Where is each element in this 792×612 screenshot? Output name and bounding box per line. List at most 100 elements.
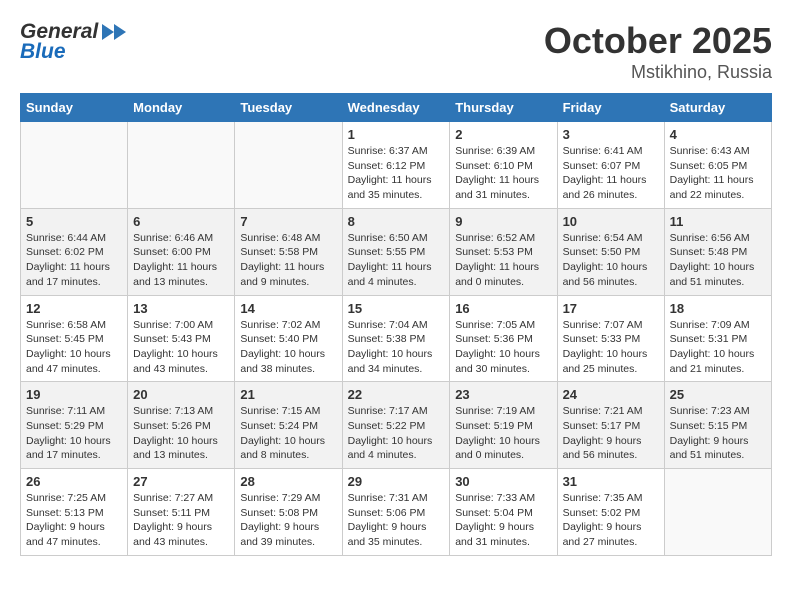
day-number: 1 <box>348 127 445 142</box>
weekday-header-thursday: Thursday <box>450 94 557 122</box>
day-info: Sunrise: 6:48 AM Sunset: 5:58 PM Dayligh… <box>240 231 336 290</box>
day-number: 9 <box>455 214 551 229</box>
day-number: 26 <box>26 474 122 489</box>
day-info: Sunrise: 7:21 AM Sunset: 5:17 PM Dayligh… <box>563 404 659 463</box>
day-number: 17 <box>563 301 659 316</box>
calendar-cell: 6 Sunrise: 6:46 AM Sunset: 6:00 PM Daylig… <box>128 208 235 295</box>
day-number: 7 <box>240 214 336 229</box>
day-info: Sunrise: 7:27 AM Sunset: 5:11 PM Dayligh… <box>133 491 229 550</box>
day-number: 30 <box>455 474 551 489</box>
calendar-week-1: 1 Sunrise: 6:37 AM Sunset: 6:12 PM Daylig… <box>21 122 772 209</box>
calendar-cell: 8 Sunrise: 6:50 AM Sunset: 5:55 PM Daylig… <box>342 208 450 295</box>
calendar-cell: 2Sunrise: 6:39 AM Sunset: 6:10 PM Daylig… <box>450 122 557 209</box>
day-info: Sunrise: 7:19 AM Sunset: 5:19 PM Dayligh… <box>455 404 551 463</box>
day-number: 28 <box>240 474 336 489</box>
day-info: Sunrise: 6:52 AM Sunset: 5:53 PM Dayligh… <box>455 231 551 290</box>
day-number: 23 <box>455 387 551 402</box>
day-info: Sunrise: 7:05 AM Sunset: 5:36 PM Dayligh… <box>455 318 551 377</box>
day-number: 8 <box>348 214 445 229</box>
day-number: 15 <box>348 301 445 316</box>
calendar-cell: 5 Sunrise: 6:44 AM Sunset: 6:02 PM Daylig… <box>21 208 128 295</box>
calendar-cell: 25 Sunrise: 7:23 AM Sunset: 5:15 PM Dayli… <box>664 382 771 469</box>
weekday-header-row: SundayMondayTuesdayWednesdayThursdayFrid… <box>21 94 772 122</box>
day-info: Sunrise: 7:35 AM Sunset: 5:02 PM Dayligh… <box>563 491 659 550</box>
day-info: Sunrise: 6:44 AM Sunset: 6:02 PM Dayligh… <box>26 231 122 290</box>
logo-flag-icon <box>100 22 128 42</box>
day-number: 4 <box>670 127 766 142</box>
day-info: Sunrise: 7:23 AM Sunset: 5:15 PM Dayligh… <box>670 404 766 463</box>
calendar-cell <box>664 469 771 556</box>
day-info: Sunrise: 7:04 AM Sunset: 5:38 PM Dayligh… <box>348 318 445 377</box>
title-block: October 2025 Mstikhino, Russia <box>544 20 772 83</box>
calendar-cell: 22 Sunrise: 7:17 AM Sunset: 5:22 PM Dayli… <box>342 382 450 469</box>
day-info: Sunrise: 7:29 AM Sunset: 5:08 PM Dayligh… <box>240 491 336 550</box>
day-number: 29 <box>348 474 445 489</box>
calendar-cell: 15 Sunrise: 7:04 AM Sunset: 5:38 PM Dayli… <box>342 295 450 382</box>
calendar-body: 1 Sunrise: 6:37 AM Sunset: 6:12 PM Daylig… <box>21 122 772 556</box>
day-number: 10 <box>563 214 659 229</box>
page-subtitle: Mstikhino, Russia <box>544 62 772 83</box>
calendar-cell: 14Sunrise: 7:02 AM Sunset: 5:40 PM Dayli… <box>235 295 342 382</box>
weekday-header-tuesday: Tuesday <box>235 94 342 122</box>
day-info: Sunrise: 7:31 AM Sunset: 5:06 PM Dayligh… <box>348 491 445 550</box>
day-number: 27 <box>133 474 229 489</box>
calendar-cell: 28 Sunrise: 7:29 AM Sunset: 5:08 PM Dayli… <box>235 469 342 556</box>
day-info: Sunrise: 6:41 AM Sunset: 6:07 PM Dayligh… <box>563 144 659 203</box>
calendar-cell: 3Sunrise: 6:41 AM Sunset: 6:07 PM Daylig… <box>557 122 664 209</box>
calendar-week-2: 5 Sunrise: 6:44 AM Sunset: 6:02 PM Daylig… <box>21 208 772 295</box>
calendar-cell <box>235 122 342 209</box>
day-number: 6 <box>133 214 229 229</box>
day-info: Sunrise: 7:17 AM Sunset: 5:22 PM Dayligh… <box>348 404 445 463</box>
calendar-cell: 23 Sunrise: 7:19 AM Sunset: 5:19 PM Dayli… <box>450 382 557 469</box>
day-info: Sunrise: 7:00 AM Sunset: 5:43 PM Dayligh… <box>133 318 229 377</box>
weekday-header-monday: Monday <box>128 94 235 122</box>
calendar-cell: 4 Sunrise: 6:43 AM Sunset: 6:05 PM Daylig… <box>664 122 771 209</box>
day-number: 12 <box>26 301 122 316</box>
calendar-cell: 24Sunrise: 7:21 AM Sunset: 5:17 PM Dayli… <box>557 382 664 469</box>
calendar-cell: 12Sunrise: 6:58 AM Sunset: 5:45 PM Dayli… <box>21 295 128 382</box>
calendar-header: SundayMondayTuesdayWednesdayThursdayFrid… <box>21 94 772 122</box>
calendar-cell: 10 Sunrise: 6:54 AM Sunset: 5:50 PM Dayli… <box>557 208 664 295</box>
logo: General Blue <box>20 20 130 64</box>
day-number: 22 <box>348 387 445 402</box>
day-number: 16 <box>455 301 551 316</box>
calendar-cell: 13 Sunrise: 7:00 AM Sunset: 5:43 PM Dayli… <box>128 295 235 382</box>
day-info: Sunrise: 6:46 AM Sunset: 6:00 PM Dayligh… <box>133 231 229 290</box>
day-info: Sunrise: 7:09 AM Sunset: 5:31 PM Dayligh… <box>670 318 766 377</box>
weekday-header-wednesday: Wednesday <box>342 94 450 122</box>
day-number: 18 <box>670 301 766 316</box>
day-number: 14 <box>240 301 336 316</box>
day-info: Sunrise: 6:56 AM Sunset: 5:48 PM Dayligh… <box>670 231 766 290</box>
logo-blue-text: Blue <box>20 40 66 64</box>
calendar-cell: 31Sunrise: 7:35 AM Sunset: 5:02 PM Dayli… <box>557 469 664 556</box>
calendar-cell: 16 Sunrise: 7:05 AM Sunset: 5:36 PM Dayli… <box>450 295 557 382</box>
calendar-week-3: 12Sunrise: 6:58 AM Sunset: 5:45 PM Dayli… <box>21 295 772 382</box>
day-number: 2 <box>455 127 551 142</box>
calendar-cell: 21 Sunrise: 7:15 AM Sunset: 5:24 PM Dayli… <box>235 382 342 469</box>
day-info: Sunrise: 6:50 AM Sunset: 5:55 PM Dayligh… <box>348 231 445 290</box>
calendar-week-4: 19 Sunrise: 7:11 AM Sunset: 5:29 PM Dayli… <box>21 382 772 469</box>
day-info: Sunrise: 6:43 AM Sunset: 6:05 PM Dayligh… <box>670 144 766 203</box>
calendar-week-5: 26Sunrise: 7:25 AM Sunset: 5:13 PM Dayli… <box>21 469 772 556</box>
calendar-cell <box>128 122 235 209</box>
day-info: Sunrise: 7:15 AM Sunset: 5:24 PM Dayligh… <box>240 404 336 463</box>
calendar-cell: 9 Sunrise: 6:52 AM Sunset: 5:53 PM Daylig… <box>450 208 557 295</box>
day-number: 25 <box>670 387 766 402</box>
day-info: Sunrise: 7:33 AM Sunset: 5:04 PM Dayligh… <box>455 491 551 550</box>
calendar-cell <box>21 122 128 209</box>
day-number: 20 <box>133 387 229 402</box>
day-number: 13 <box>133 301 229 316</box>
day-info: Sunrise: 6:37 AM Sunset: 6:12 PM Dayligh… <box>348 144 445 203</box>
day-info: Sunrise: 7:13 AM Sunset: 5:26 PM Dayligh… <box>133 404 229 463</box>
weekday-header-saturday: Saturday <box>664 94 771 122</box>
calendar-cell: 1 Sunrise: 6:37 AM Sunset: 6:12 PM Daylig… <box>342 122 450 209</box>
day-info: Sunrise: 7:11 AM Sunset: 5:29 PM Dayligh… <box>26 404 122 463</box>
calendar-cell: 30 Sunrise: 7:33 AM Sunset: 5:04 PM Dayli… <box>450 469 557 556</box>
day-number: 5 <box>26 214 122 229</box>
day-info: Sunrise: 7:07 AM Sunset: 5:33 PM Dayligh… <box>563 318 659 377</box>
day-number: 19 <box>26 387 122 402</box>
day-number: 21 <box>240 387 336 402</box>
day-info: Sunrise: 6:54 AM Sunset: 5:50 PM Dayligh… <box>563 231 659 290</box>
calendar-cell: 26Sunrise: 7:25 AM Sunset: 5:13 PM Dayli… <box>21 469 128 556</box>
page-title: October 2025 <box>544 20 772 62</box>
